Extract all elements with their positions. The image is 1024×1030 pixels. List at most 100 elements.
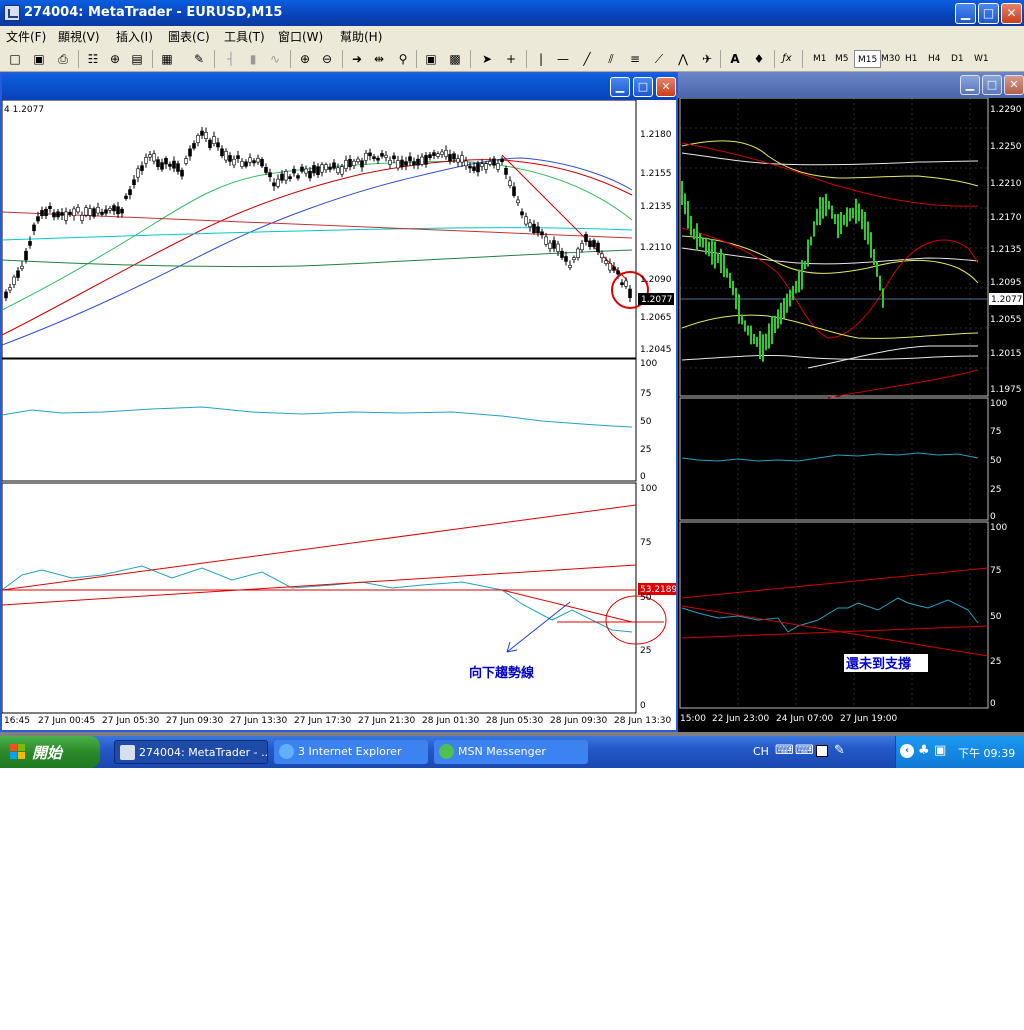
candle-body [208, 139, 212, 149]
chart2-minimize-button[interactable]: ▁ [960, 75, 980, 95]
timeframe-m30[interactable]: M30 [878, 50, 903, 68]
print-icon[interactable]: ⎙ [54, 50, 72, 68]
chart-shift-icon[interactable]: ⇹ [370, 50, 388, 68]
crosshair-icon[interactable]: + [502, 50, 520, 68]
candle-body [144, 157, 148, 164]
candle-body [548, 242, 552, 249]
chart2-price-tick: 1.1975 [990, 385, 1022, 395]
candle-chart-icon[interactable]: ▮ [244, 50, 262, 68]
arrow-label-icon[interactable]: ✈ [698, 50, 716, 68]
terminal-icon[interactable]: ▦ [158, 50, 176, 68]
tray-expand-icon[interactable]: ‹ [900, 744, 914, 758]
minimize-button[interactable]: ▁ [955, 3, 976, 24]
candle-body [4, 291, 8, 299]
line-chart-icon[interactable]: ∿ [266, 50, 284, 68]
open-icon[interactable]: ▣ [30, 50, 48, 68]
candle-body [488, 161, 492, 165]
chart2-close-button[interactable]: ✕ [1004, 75, 1024, 95]
ime-icon[interactable]: ⌨ [775, 743, 794, 758]
bar-chart-icon[interactable]: ┤ [222, 50, 240, 68]
chart-minimize-button[interactable]: ▁ [610, 77, 630, 97]
menu-help[interactable]: 幫助(H) [340, 28, 382, 45]
chart2-ind2-axis: 100 75 50 25 0 [990, 523, 1007, 709]
chart1-time-tick: 28 Jun 05:30 [486, 716, 543, 726]
chart2-indicator1-panel [679, 397, 989, 521]
candle-body [336, 167, 340, 174]
gann-icon[interactable]: ⟋ [650, 50, 668, 68]
candle-body [264, 166, 268, 173]
chart-window-eurusd-m15[interactable]: ▁ □ ✕ 4 1.2077 1.2180 1.2155 1.2135 1.21… [0, 72, 678, 732]
start-button[interactable]: 開始 [0, 736, 100, 768]
menu-charts[interactable]: 圖表(C) [168, 28, 210, 45]
text-icon[interactable]: A [726, 50, 744, 68]
trendline-icon[interactable]: ╱ [578, 50, 596, 68]
periods-icon[interactable]: ⚲ [394, 50, 412, 68]
new-chart-icon[interactable]: □ [6, 50, 24, 68]
channel-icon[interactable]: ⫽ [602, 50, 620, 68]
candle-body [412, 161, 416, 166]
chart2-price-panel [679, 98, 989, 397]
indicator-icon[interactable]: ƒx [778, 50, 796, 68]
candle-body [176, 163, 180, 172]
chart-window-eurusd-h1[interactable]: ▁ □ ✕ 1.2290 1.2250 1.2210 1.2170 1.2135… [678, 72, 1024, 732]
network-tray-icon[interactable]: ▣ [934, 743, 946, 758]
menu-bar: 文件(F) 顯視(V) 插入(I) 圖表(C) 工具(T) 窗口(W) 幫助(H… [0, 26, 1024, 46]
zoom-out-icon[interactable]: ⊖ [318, 50, 336, 68]
timeframe-w1[interactable]: W1 [971, 50, 992, 68]
templates-icon[interactable]: ▣ [422, 50, 440, 68]
menu-insert[interactable]: 插入(I) [116, 28, 153, 45]
candle-body [552, 240, 556, 249]
menu-view[interactable]: 顯視(V) [58, 28, 100, 45]
msn-tray-icon[interactable]: ♣ [918, 743, 930, 758]
close-button[interactable]: ✕ [1001, 3, 1022, 24]
timeframe-d1[interactable]: D1 [948, 50, 967, 68]
zoom-in-icon[interactable]: ⊕ [296, 50, 314, 68]
ime-mode-icon[interactable]: ⌨ [795, 743, 814, 758]
chart2-grid [680, 98, 988, 708]
chart-maximize-button[interactable]: □ [633, 77, 653, 97]
autoscroll-icon[interactable]: ➜ [348, 50, 366, 68]
fractals-icon[interactable]: ⋀ [674, 50, 692, 68]
language-indicator[interactable]: CH [753, 745, 769, 758]
market-watch-icon[interactable]: ☷ [84, 50, 102, 68]
chart1-ind2-tick: 100 [640, 484, 657, 494]
candle-body [100, 211, 104, 215]
candle-body [28, 241, 32, 246]
candle-body [36, 216, 40, 222]
horizontal-line-icon[interactable]: — [554, 50, 572, 68]
candle-body [500, 158, 504, 163]
candle-body [292, 168, 296, 174]
ime-tools-icon[interactable]: ✎ [834, 743, 845, 758]
timeframe-h4[interactable]: H4 [925, 50, 944, 68]
width-toggle-icon[interactable] [816, 745, 828, 757]
data-window-icon[interactable]: ▤ [128, 50, 146, 68]
navigator-icon[interactable]: ⊕ [106, 50, 124, 68]
timeframe-m1[interactable]: M1 [810, 50, 830, 68]
chart2-maximize-button[interactable]: □ [982, 75, 1002, 95]
menu-window[interactable]: 窗口(W) [278, 28, 323, 45]
window-title: 274004: MetaTrader - EURUSD,M15 [24, 5, 283, 20]
timeframe-m5[interactable]: M5 [832, 50, 852, 68]
menu-tools[interactable]: 工具(T) [224, 28, 265, 45]
task-metatrader[interactable]: 274004: MetaTrader - ... [114, 740, 268, 764]
vertical-line-icon[interactable]: | [532, 50, 550, 68]
system-tray: ‹ ♣ ▣ 下午 09:39 [895, 736, 1024, 768]
task-msn-messenger[interactable]: MSN Messenger [434, 740, 588, 764]
candle-body [112, 205, 116, 212]
candle-body [408, 156, 412, 162]
candle-body [476, 163, 480, 173]
maximize-button[interactable]: □ [978, 3, 999, 24]
fibonacci-icon[interactable]: ≡ [626, 50, 644, 68]
chart2-price-axis: 1.2290 1.2250 1.2210 1.2170 1.2135 1.209… [990, 105, 1022, 395]
expert-icon[interactable]: ✎ [190, 50, 208, 68]
arrow-label-icon-2[interactable]: ♦ [750, 50, 768, 68]
chart1-time-tick: 27 Jun 05:30 [102, 716, 159, 726]
candle-body [596, 242, 600, 253]
menu-file[interactable]: 文件(F) [6, 28, 46, 45]
cursor-icon[interactable]: ➤ [478, 50, 496, 68]
timeframe-h1[interactable]: H1 [902, 50, 921, 68]
tile-icon[interactable]: ▩ [446, 50, 464, 68]
task-internet-explorer[interactable]: 3 Internet Explorer [274, 740, 428, 764]
candle-body [312, 165, 316, 174]
chart-close-button[interactable]: ✕ [656, 77, 676, 97]
